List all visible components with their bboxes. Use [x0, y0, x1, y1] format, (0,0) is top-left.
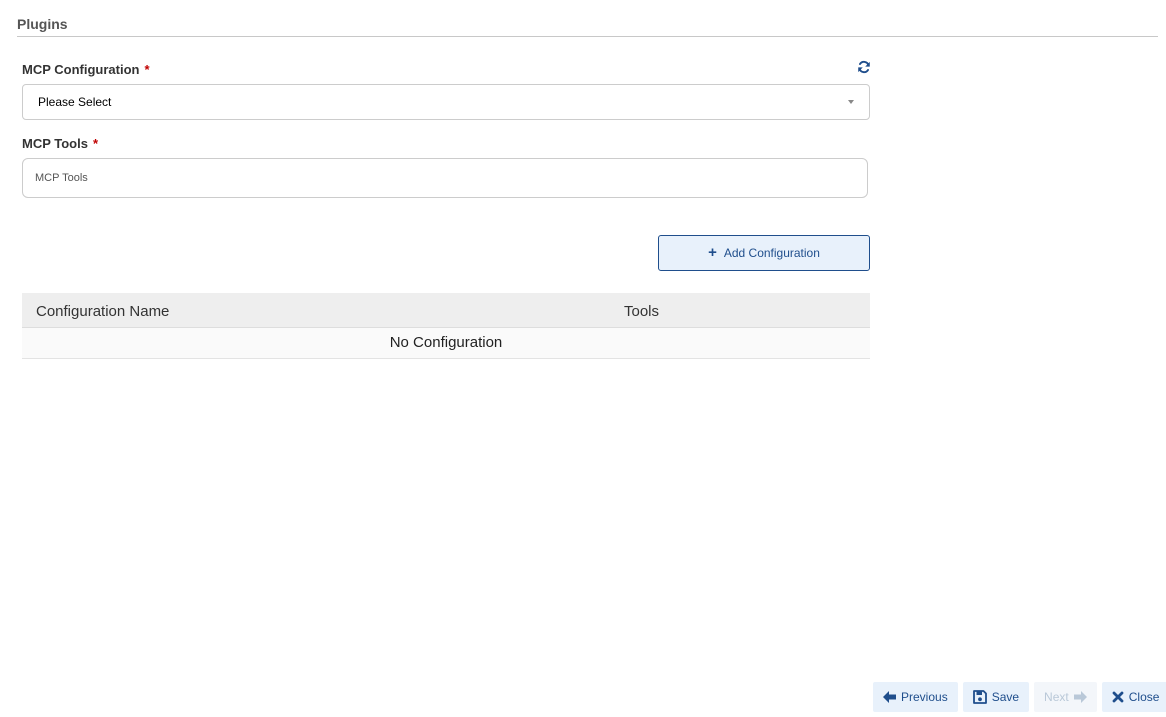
add-configuration-label: Add Configuration [723, 246, 820, 260]
table-empty-message: No Configuration [22, 328, 870, 359]
required-marker: * [92, 136, 99, 151]
close-button[interactable]: Close [1101, 682, 1166, 712]
table-header: Configuration Name Tools [22, 293, 870, 328]
add-configuration-button[interactable]: + Add Configuration [658, 235, 870, 271]
chevron-down-icon [848, 100, 854, 104]
arrow-right-icon [1073, 691, 1087, 703]
section-title: Plugins [17, 16, 68, 32]
mcp-configuration-label-text: MCP Configuration [22, 62, 140, 77]
mcp-configuration-select[interactable]: Please Select [22, 84, 870, 120]
close-label: Close [1128, 690, 1160, 704]
column-header-configuration-name: Configuration Name [36, 303, 170, 320]
mcp-configuration-label: MCP Configuration * [22, 62, 150, 77]
mcp-tools-input[interactable] [22, 158, 868, 198]
mcp-configuration-selected-value: Please Select [38, 95, 112, 109]
configuration-table: Configuration Name Tools No Configuratio… [22, 293, 870, 359]
mcp-tools-label-text: MCP Tools [22, 136, 88, 151]
footer-actions: Previous Save Next Close [873, 682, 1166, 712]
next-label: Next [1044, 690, 1069, 704]
arrow-left-icon [883, 691, 896, 703]
mcp-tools-label: MCP Tools * [22, 136, 98, 151]
save-label: Save [991, 690, 1020, 704]
floppy-disk-icon [972, 690, 987, 704]
close-icon [1112, 691, 1124, 703]
previous-label: Previous [901, 690, 948, 704]
refresh-icon[interactable] [857, 60, 871, 74]
section-header: Plugins [17, 16, 1158, 37]
save-button[interactable]: Save [962, 682, 1030, 712]
previous-button[interactable]: Previous [873, 682, 958, 712]
required-marker: * [144, 62, 150, 77]
column-header-tools: Tools [624, 303, 660, 320]
plus-icon: + [708, 243, 717, 261]
next-button[interactable]: Next [1034, 682, 1097, 712]
